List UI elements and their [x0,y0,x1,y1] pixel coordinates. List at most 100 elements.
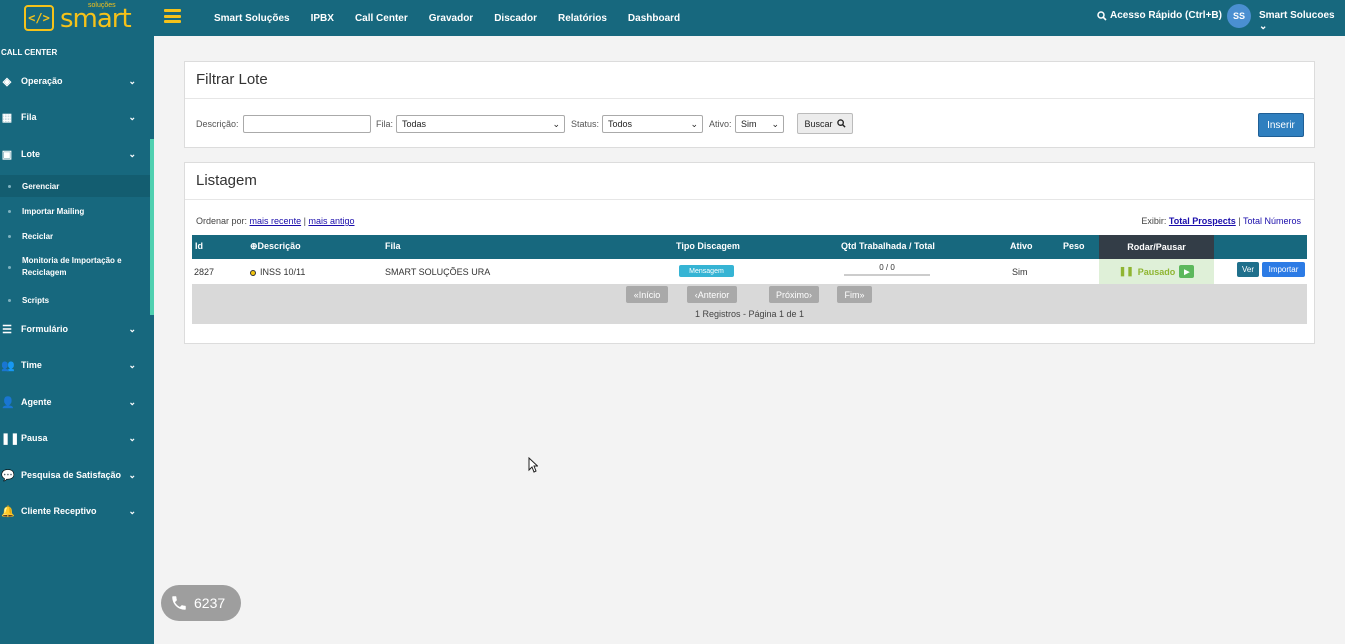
nav-call-center[interactable]: Call Center [355,13,408,24]
descricao-input[interactable] [243,115,371,133]
sidebar-item-lote[interactable]: ▣ Lote ⌄ [0,141,150,167]
nav-smart-solucoes[interactable]: Smart Soluções [214,13,290,24]
sidebar-subitem-scripts[interactable]: Scripts [0,289,150,311]
sidebar-subitem-label: Monitoria de Importação e Reciclagem [22,256,122,277]
pager-anterior-button[interactable]: ‹ Anterior [687,286,737,303]
order-label: Ordenar por: [196,216,248,226]
sidebar-item-formulario[interactable]: ☰ Formulário ⌄ [0,316,150,342]
order-by: Ordenar por: mais recente | mais antigo [196,216,354,226]
phone-extension-button[interactable]: 6237 [161,585,241,621]
cell-descricao-text: INSS 10/11 [260,267,306,277]
active-section-indicator [150,139,154,315]
chevron-down-icon: ⌄ [552,119,560,129]
tipo-badge: Mensagem [679,265,734,277]
chevron-down-icon: ⌄ [128,432,136,443]
chevron-down-icon: ⌄ [128,148,136,159]
pager-proximo-button[interactable]: Próximo › [769,286,819,303]
pager-fim-label: Fim [844,289,860,300]
nav-dashboard[interactable]: Dashboard [628,13,680,24]
column-header-fila[interactable]: Fila [385,241,401,251]
sidebar-subitem-reciclar[interactable]: Reciclar [0,225,150,247]
quick-access[interactable]: Acesso Rápido (Ctrl+B) [1097,10,1222,21]
grid-icon: ▦ [1,111,13,124]
sidebar-item-operacao[interactable]: ◈ Operação ⌄ [0,68,150,94]
sidebar-item-label: Time [21,360,42,370]
order-old-link[interactable]: mais antigo [308,216,354,226]
sidebar-item-label: Fila [21,112,37,122]
search-icon [836,119,846,128]
total-prospects-link[interactable]: Total Prospects [1169,216,1236,226]
column-header-descricao[interactable]: ⊕Descrição [250,241,301,252]
avatar[interactable]: SS [1227,4,1251,28]
play-icon: ▶ [1184,268,1190,276]
nav-discador[interactable]: Discador [494,13,537,24]
column-header-qtd[interactable]: Qtd Trabalhada / Total [841,241,935,251]
pager-inicio-button[interactable]: « Início [626,286,668,303]
sidebar-item-fila[interactable]: ▦ Fila ⌄ [0,104,150,130]
fila-select[interactable]: Todas ⌄ [396,115,565,133]
sidebar-item-agente[interactable]: 👤 Agente ⌄ [0,389,150,415]
ativo-select[interactable]: Sim ⌄ [735,115,784,133]
inserir-button[interactable]: Inserir [1258,113,1304,137]
nav-gravador[interactable]: Gravador [429,13,473,24]
column-header-tipo[interactable]: Tipo Discagem [676,241,740,251]
status-select-value: Todos [608,119,633,129]
user-icon: 👤 [1,396,15,409]
sidebar-item-label: Formulário [21,324,69,334]
sidebar-item-label: Agente [21,397,52,407]
chevron-right-icon: › [809,289,812,300]
top-navigation: Smart Soluções IPBX Call Center Gravador… [214,0,680,36]
importar-button[interactable]: Importar [1262,262,1305,277]
chevron-down-icon: ⌄ [771,119,779,129]
nav-relatorios[interactable]: Relatórios [558,13,607,24]
chevron-down-icon: ⌄ [128,359,136,370]
play-button[interactable]: ▶ [1179,265,1195,278]
sidebar-item-label: Pausa [21,433,48,443]
mouse-cursor-icon [528,457,538,473]
column-header-id[interactable]: Id [195,241,203,251]
column-header-ativo[interactable]: Ativo [1010,241,1033,251]
sidebar-subitem-importar-mailing[interactable]: Importar Mailing [0,200,150,222]
nav-ipbx[interactable]: IPBX [311,13,334,24]
sidebar-item-cliente-receptivo[interactable]: 🔔 Cliente Receptivo ⌄ [0,498,150,524]
filter-panel: Filtrar Lote Descrição: Fila: Todas ⌄ Sta… [184,61,1315,148]
ativo-select-value: Sim [741,119,757,129]
chevron-down-icon: ⌄ [1259,21,1268,32]
fila-select-value: Todas [402,119,427,129]
user-menu[interactable]: Smart Solucoes ⌄ [1259,10,1345,32]
buscar-button[interactable]: Buscar [797,113,853,134]
status-select[interactable]: Todos ⌄ [602,115,703,133]
cell-qtd: 0 / 0 [844,263,930,276]
pager-proximo-label: Próximo [775,289,809,300]
top-bar: </> soluções smart Smart Soluções IPBX C… [0,0,1345,36]
chevron-down-icon: ⌄ [128,323,136,334]
order-recent-link[interactable]: mais recente [250,216,302,226]
exibir-label: Exibir: [1141,216,1167,226]
sidebar-subitem-gerenciar[interactable]: Gerenciar [0,175,150,197]
sidebar-subitem-label: Reciclar [22,231,54,241]
status-label: Status: [571,119,600,129]
sidebar-item-pausa[interactable]: ❚❚ Pausa ⌄ [0,425,150,451]
fila-label: Fila: [376,119,394,129]
sidebar-item-label: Cliente Receptivo [21,506,97,516]
pause-icon: ❚❚ [1118,266,1134,276]
chevron-down-icon: ⌄ [128,469,136,480]
column-header-peso[interactable]: Peso [1063,241,1085,251]
sidebar-item-time[interactable]: 👥 Time ⌄ [0,352,150,378]
pager-info: 1 Registros - Página 1 de 1 [694,309,805,319]
sidebar-subitem-monitoria[interactable]: Monitoria de Importação e Reciclagem [0,252,150,282]
sidebar-subitem-label: Gerenciar [22,181,60,191]
bell-icon: 🔔 [1,505,15,518]
chevron-down-icon: ⌄ [128,396,136,407]
hamburger-menu-icon[interactable] [164,9,181,23]
brand-logo[interactable]: </> soluções smart [0,0,150,36]
pager-fim-button[interactable]: Fim » [837,286,872,303]
qtd-progress-bar [844,274,930,276]
total-numeros-link[interactable]: Total Números [1243,216,1301,226]
cell-ativo: Sim [1012,267,1028,277]
ver-button[interactable]: Ver [1237,262,1259,277]
phone-icon [172,596,186,610]
listing-panel: Listagem Ordenar por: mais recente | mai… [184,162,1315,344]
brand-subtitle: soluções [88,2,116,9]
sidebar-item-pesquisa[interactable]: 💬 Pesquisa de Satisfação ⌄ [0,462,150,488]
